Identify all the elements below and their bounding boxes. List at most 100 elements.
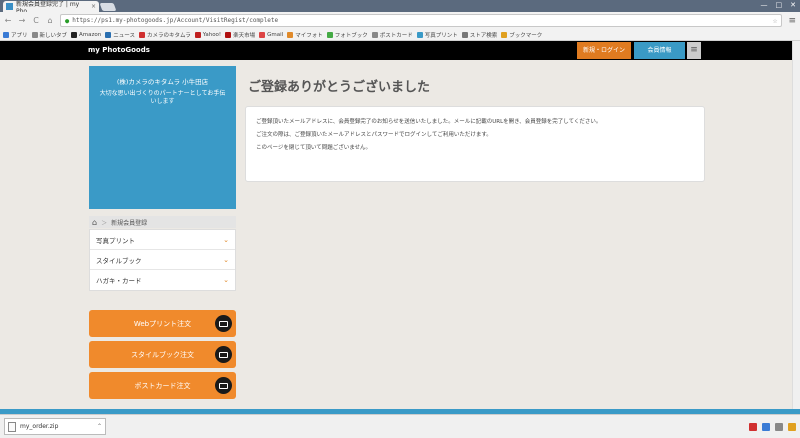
bookmark-label: ニュース xyxy=(113,32,135,39)
close-window-icon[interactable]: ✕ xyxy=(790,0,796,11)
bookmark-item[interactable]: アプリ xyxy=(3,31,28,39)
bookmark-item[interactable]: ストア検索 xyxy=(461,31,498,39)
system-tray xyxy=(749,422,796,431)
bookmark-favicon-icon xyxy=(105,31,112,38)
bookmarks-bar: アプリ 新しいタブ Amazon ニュース カメラのキタムラ Yahoo! 楽天市場 Gmai… xyxy=(0,29,800,41)
store-name: (株)カメラのキタムラ 小牛田店 xyxy=(116,78,209,86)
tray-app-icon[interactable] xyxy=(749,422,757,431)
completion-message-box: ご登録頂いたメールアドレスに、会員登録完了のお知らせを送信いたしました。メールに… xyxy=(245,106,705,182)
downloads-bar: my_order.zip ⌃ xyxy=(0,414,800,438)
site-header: my PhotoGoods 新規・ログイン 会員情報 ≡ xyxy=(0,41,800,60)
store-info-panel: (株)カメラのキタムラ 小牛田店 大切な思い出づくりのパートナーとしてお手伝いし… xyxy=(89,66,236,209)
tray-notification-icon[interactable] xyxy=(788,422,796,431)
postcard-order-button[interactable]: ポストカード注文 xyxy=(89,372,236,399)
bookmark-favicon-icon xyxy=(3,31,9,38)
site-logo[interactable]: my PhotoGoods xyxy=(88,41,150,60)
download-options-icon[interactable]: ⌃ xyxy=(97,423,102,430)
member-info-button[interactable]: 会員情報 xyxy=(634,42,685,59)
bookmark-item[interactable]: 楽天市場 xyxy=(225,31,255,39)
message-paragraph: このページを閉じて頂いて問題ございません。 xyxy=(256,145,372,151)
tab-close-icon[interactable]: × xyxy=(91,3,96,10)
bookmark-item[interactable]: カメラのキタムラ xyxy=(139,31,191,39)
page-title: ご登録ありがとうございました xyxy=(248,80,431,95)
bookmark-item[interactable]: 新しいタブ xyxy=(31,31,68,39)
bookmark-favicon-icon xyxy=(31,31,38,38)
home-button-icon[interactable]: ⌂ xyxy=(46,16,54,25)
sidebar-item-style-book[interactable]: スタイルブック ⌄ xyxy=(90,250,235,270)
bookmark-label: Gmail xyxy=(267,31,284,38)
new-tab-button[interactable] xyxy=(99,3,117,11)
web-print-order-button[interactable]: Webプリント注文 xyxy=(89,310,236,337)
monitor-icon xyxy=(215,377,232,394)
browser-menu-icon[interactable]: ≡ xyxy=(788,16,796,26)
order-button-label: ポストカード注文 xyxy=(134,381,191,390)
browser-toolbar: ← → C ⌂ ● https://ps1.my-photogoods.jp/A… xyxy=(0,12,800,29)
sidebar-item-photo-print[interactable]: 写真プリント ⌄ xyxy=(90,230,235,250)
bookmark-label: ストア検索 xyxy=(469,32,498,39)
site-favicon-icon xyxy=(6,3,13,10)
bookmark-favicon-icon xyxy=(501,31,508,38)
bookmark-favicon-icon xyxy=(259,31,266,38)
bookmark-favicon-icon xyxy=(71,31,78,38)
bookmark-item[interactable]: ニュース xyxy=(105,31,135,39)
browser-tabstrip: 新規会員登録完了 | my Pho... × — □ ✕ xyxy=(0,0,800,15)
bookmark-favicon-icon xyxy=(139,31,145,38)
bookmark-label: アプリ xyxy=(11,32,28,39)
monitor-icon xyxy=(215,315,232,332)
bookmark-label: カメラのキタムラ xyxy=(147,32,191,39)
download-file-name: my_order.zip xyxy=(20,423,59,430)
bookmark-item[interactable]: Yahoo! xyxy=(194,31,222,38)
bookmark-favicon-icon xyxy=(416,31,423,38)
bookmark-item[interactable]: 写真プリント xyxy=(416,31,458,39)
bookmark-item[interactable]: ポストカード xyxy=(371,31,413,39)
hamburger-menu-icon[interactable]: ≡ xyxy=(687,42,701,59)
order-button-label: Webプリント注文 xyxy=(133,319,192,328)
minimize-icon[interactable]: — xyxy=(761,0,768,11)
monitor-icon xyxy=(215,346,232,363)
bookmark-label: Amazon xyxy=(79,31,102,38)
message-paragraph: ご登録頂いたメールアドレスに、会員登録完了のお知らせを送信いたしました。メールに… xyxy=(256,119,602,125)
style-book-order-button[interactable]: スタイルブック注文 xyxy=(89,341,236,368)
bookmark-favicon-icon xyxy=(371,31,378,38)
bookmark-favicon-icon xyxy=(194,31,201,38)
bookmark-label: ポストカード xyxy=(379,32,413,39)
maximize-icon[interactable]: □ xyxy=(776,0,783,11)
bookmark-star-icon[interactable]: ☆ xyxy=(773,16,778,25)
browser-tab[interactable]: 新規会員登録完了 | my Pho... × xyxy=(3,1,99,15)
sidebar-item-label: 写真プリント xyxy=(96,236,135,245)
login-button[interactable]: 新規・ログイン xyxy=(577,42,631,59)
order-button-label: スタイルブック注文 xyxy=(131,350,194,359)
window-controls: — □ ✕ xyxy=(761,0,797,11)
bookmark-favicon-icon xyxy=(461,31,468,38)
sidebar-item-label: ハガキ・カード xyxy=(96,277,142,285)
bookmark-label: ブックマーク xyxy=(509,32,543,39)
tray-volume-icon[interactable] xyxy=(775,422,783,431)
download-item[interactable]: my_order.zip ⌃ xyxy=(4,418,106,435)
chevron-down-icon: ⌄ xyxy=(223,276,229,284)
sidebar-item-cards[interactable]: ハガキ・カード ⌄ xyxy=(90,270,235,290)
bookmark-label: マイフォト xyxy=(295,32,323,39)
tray-network-icon[interactable] xyxy=(762,422,770,431)
bookmark-label: Yahoo! xyxy=(202,31,222,38)
breadcrumb-separator: ＞ xyxy=(101,219,108,227)
bookmark-favicon-icon xyxy=(326,31,333,38)
bookmark-item[interactable]: Amazon xyxy=(71,31,102,38)
bookmark-label: 新しいタブ xyxy=(39,32,68,39)
url-text: https://ps1.my-photogoods.jp/Account/Vis… xyxy=(72,17,279,24)
bookmark-item[interactable]: ブックマーク xyxy=(501,31,542,39)
address-bar[interactable]: ● https://ps1.my-photogoods.jp/Account/V… xyxy=(60,14,783,27)
forward-icon[interactable]: → xyxy=(18,16,26,25)
bookmark-item[interactable]: マイフォト xyxy=(287,31,323,39)
back-icon[interactable]: ← xyxy=(4,16,12,25)
home-icon[interactable]: ⌂ xyxy=(92,218,97,227)
store-tagline: 大切な思い出づくりのパートナーとしてお手伝いします xyxy=(99,90,226,105)
bookmark-item[interactable]: Gmail xyxy=(259,31,284,38)
breadcrumb-current: 新規会員登録 xyxy=(111,219,148,227)
page-scrollbar[interactable] xyxy=(792,41,800,414)
bookmark-item[interactable]: フォトブック xyxy=(326,31,368,39)
reload-icon[interactable]: C xyxy=(32,16,40,25)
bookmark-favicon-icon xyxy=(287,31,294,38)
file-icon xyxy=(8,421,16,432)
sidebar-item-label: スタイルブック xyxy=(96,256,142,265)
message-paragraph: ご注文の際は、ご登録頂いたメールアドレスとパスワードでログインしてご利用いただけ… xyxy=(256,132,492,138)
